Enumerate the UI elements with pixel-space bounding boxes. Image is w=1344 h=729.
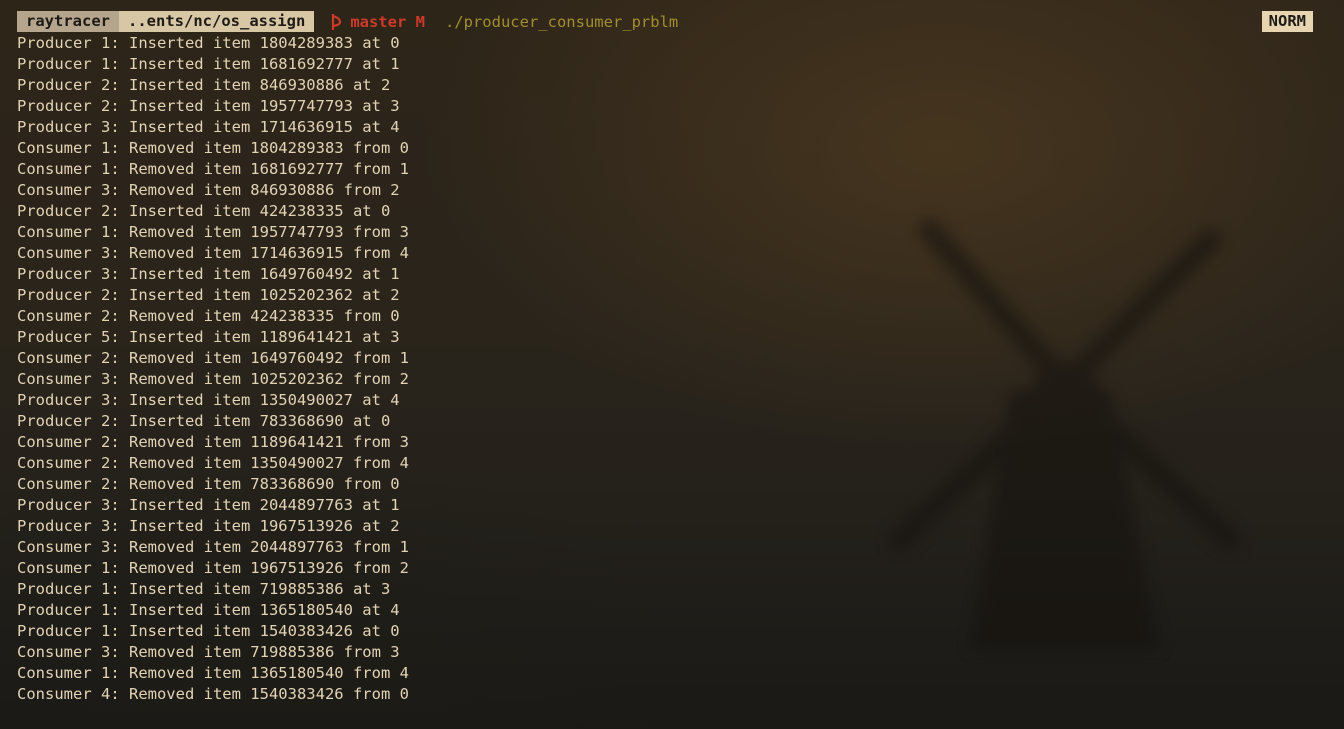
output-line: Consumer 3: Removed item 2044897763 from… (17, 538, 409, 556)
output-line: Consumer 1: Removed item 1957747793 from… (17, 223, 409, 241)
output-line: Consumer 1: Removed item 1967513926 from… (17, 559, 409, 577)
output-line: Producer 3: Inserted item 2044897763 at … (17, 496, 400, 514)
git-status: master M (330, 13, 425, 31)
output-line: Producer 2: Inserted item 424238335 at 0 (17, 202, 391, 220)
output-line: Producer 3: Inserted item 1967513926 at … (17, 517, 400, 535)
git-branch-label: master M (350, 12, 425, 31)
output-line: Consumer 1: Removed item 1681692777 from… (17, 160, 409, 178)
output-line: Consumer 3: Removed item 719885386 from … (17, 643, 400, 661)
vi-mode-badge: NORM (1261, 11, 1313, 32)
executed-command: ./producer_consumer_prblm (444, 12, 679, 31)
command-output: Producer 1: Inserted item 1804289383 at … (17, 33, 1327, 705)
output-line: Producer 2: Inserted item 1025202362 at … (17, 286, 400, 304)
prompt-line: raytracer ..ents/nc/os_assign master M .… (17, 10, 1327, 33)
output-line: Consumer 2: Removed item 424238335 from … (17, 307, 400, 325)
output-line: Consumer 3: Removed item 846930886 from … (17, 181, 400, 199)
output-line: Consumer 3: Removed item 1714636915 from… (17, 244, 409, 262)
output-line: Producer 1: Inserted item 1804289383 at … (17, 34, 400, 52)
prompt-directory-name: raytracer (17, 11, 119, 32)
output-line: Consumer 1: Removed item 1365180540 from… (17, 664, 409, 682)
output-line: Producer 2: Inserted item 1957747793 at … (17, 97, 400, 115)
git-branch-icon (332, 13, 342, 30)
output-line: Producer 3: Inserted item 1649760492 at … (17, 265, 400, 283)
output-line: Consumer 4: Removed item 1540383426 from… (17, 685, 409, 703)
output-line: Producer 2: Inserted item 783368690 at 0 (17, 412, 391, 430)
output-line: Producer 1: Inserted item 1365180540 at … (17, 601, 400, 619)
output-line: Producer 1: Inserted item 719885386 at 3 (17, 580, 391, 598)
output-line: Producer 1: Inserted item 1540383426 at … (17, 622, 400, 640)
output-line: Producer 1: Inserted item 1681692777 at … (17, 55, 400, 73)
output-line: Producer 2: Inserted item 846930886 at 2 (17, 76, 391, 94)
output-line: Consumer 2: Removed item 1350490027 from… (17, 454, 409, 472)
prompt-directory-path: ..ents/nc/os_assign (119, 11, 315, 32)
output-line: Producer 5: Inserted item 1189641421 at … (17, 328, 400, 346)
terminal-window[interactable]: raytracer ..ents/nc/os_assign master M .… (17, 10, 1327, 705)
output-line: Consumer 1: Removed item 1804289383 from… (17, 139, 409, 157)
output-line: Consumer 2: Removed item 1649760492 from… (17, 349, 409, 367)
output-line: Producer 3: Inserted item 1714636915 at … (17, 118, 400, 136)
output-line: Producer 3: Inserted item 1350490027 at … (17, 391, 400, 409)
output-line: Consumer 2: Removed item 783368690 from … (17, 475, 400, 493)
output-line: Consumer 3: Removed item 1025202362 from… (17, 370, 409, 388)
output-line: Consumer 2: Removed item 1189641421 from… (17, 433, 409, 451)
